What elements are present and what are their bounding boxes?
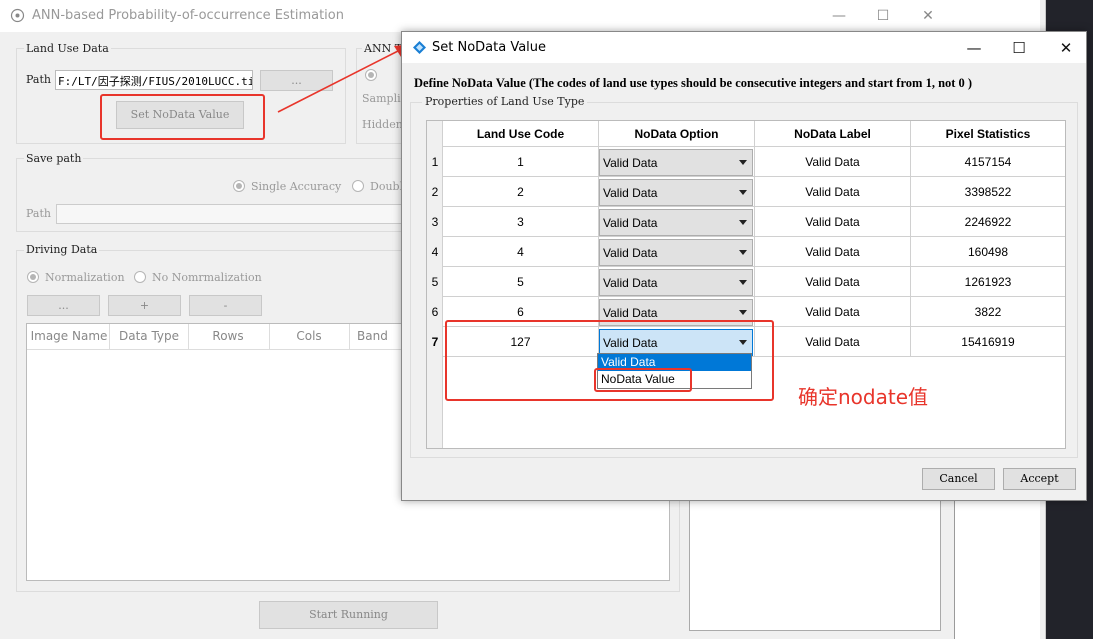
double-accuracy-label: Doubl xyxy=(370,180,404,193)
double-accuracy-radio[interactable] xyxy=(352,180,364,192)
chevron-down-icon xyxy=(739,160,747,165)
land-use-code-cell: 3 xyxy=(443,207,599,237)
nodata-label-cell: Valid Data xyxy=(755,237,911,267)
row-number: 7 xyxy=(431,335,439,349)
land-use-code-cell: 1 xyxy=(443,147,599,177)
no-normalization-label: No Nomrmalization xyxy=(152,271,262,284)
set-nodata-dialog: Set NoData Value — ☐ ✕ Define NoData Val… xyxy=(401,31,1087,501)
nodata-label-cell: Valid Data xyxy=(755,297,911,327)
land-use-code-cell: 2 xyxy=(443,177,599,207)
header-nodata-option: NoData Option xyxy=(599,121,755,147)
nodata-option-select[interactable]: Valid Data xyxy=(599,239,753,266)
save-path-group-label: Save path xyxy=(24,152,84,165)
start-running-button[interactable]: Start Running xyxy=(259,601,438,629)
row-number: 5 xyxy=(431,275,439,289)
land-use-path-input[interactable]: F:/LT/因子探测/FIUS/2010LUCC.tif xyxy=(55,70,253,90)
app-icon xyxy=(10,8,25,23)
close-button[interactable]: ✕ xyxy=(915,6,941,26)
select-value: Valid Data xyxy=(603,186,658,200)
chevron-down-icon xyxy=(739,250,747,255)
table-row: 3 3 Valid Data Valid Data 2246922 xyxy=(427,207,1065,237)
chevron-down-icon xyxy=(739,220,747,225)
main-titlebar: ANN-based Probability-of-occurrence Esti… xyxy=(0,0,955,32)
maximize-button[interactable]: ☐ xyxy=(870,6,896,26)
accept-button[interactable]: Accept xyxy=(1003,468,1076,490)
nodata-option-select[interactable]: Valid Data xyxy=(599,209,753,236)
table-row: 2 2 Valid Data Valid Data 3398522 xyxy=(427,177,1065,207)
nodata-option-select[interactable]: Valid Data xyxy=(599,269,753,296)
pixel-statistics-cell: 15416919 xyxy=(911,327,1065,357)
row-number: 6 xyxy=(431,305,439,319)
select-value: Valid Data xyxy=(603,306,658,320)
nodata-label-cell: Valid Data xyxy=(755,207,911,237)
dialog-close-button[interactable]: ✕ xyxy=(1051,38,1081,58)
select-value: Valid Data xyxy=(603,216,658,230)
no-normalization-radio[interactable] xyxy=(134,271,146,283)
col-data-type: Data Type xyxy=(118,329,180,343)
nodata-label-cell: Valid Data xyxy=(755,147,911,177)
define-nodata-text: Define NoData Value (The codes of land u… xyxy=(414,76,973,90)
header-nodata-label: NoData Label xyxy=(755,121,911,147)
pixel-statistics-cell: 4157154 xyxy=(911,147,1065,177)
window-title: ANN-based Probability-of-occurrence Esti… xyxy=(32,8,344,23)
table-row: 5 5 Valid Data Valid Data 1261923 xyxy=(427,267,1065,297)
land-use-group-label: Land Use Data xyxy=(24,42,111,55)
pixel-statistics-cell: 160498 xyxy=(911,237,1065,267)
select-value: Valid Data xyxy=(603,246,658,260)
remove-driving-button[interactable]: - xyxy=(189,295,262,316)
driving-data-group-label: Driving Data xyxy=(24,243,100,256)
path-label: Path xyxy=(26,73,51,86)
pixel-statistics-cell: 3822 xyxy=(911,297,1065,327)
single-accuracy-radio[interactable] xyxy=(233,180,245,192)
save-path-input[interactable] xyxy=(56,204,408,224)
col-cols: Cols xyxy=(296,329,322,343)
highlight-nodata-option xyxy=(594,368,692,392)
land-use-code-cell: 4 xyxy=(443,237,599,267)
row-number: 4 xyxy=(431,245,439,259)
log-panel xyxy=(689,500,941,631)
driving-browse-button[interactable]: ... xyxy=(27,295,100,316)
land-use-code-cell: 5 xyxy=(443,267,599,297)
dialog-title: Set NoData Value xyxy=(432,40,547,55)
select-value: Valid Data xyxy=(603,276,658,290)
col-rows: Rows xyxy=(212,329,244,343)
properties-group-label: Properties of Land Use Type xyxy=(422,95,588,108)
row-number: 3 xyxy=(431,215,439,229)
chevron-down-icon xyxy=(739,190,747,195)
pixel-statistics-cell: 2246922 xyxy=(911,207,1065,237)
minimize-button[interactable]: — xyxy=(826,6,852,26)
add-driving-button[interactable]: + xyxy=(108,295,181,316)
dialog-titlebar: Set NoData Value — ☐ ✕ xyxy=(402,32,1086,63)
dialog-app-icon xyxy=(413,41,426,54)
nodata-label-cell: Valid Data xyxy=(755,327,911,357)
save-path-label: Path xyxy=(26,207,51,220)
normalization-label: Normalization xyxy=(45,271,125,284)
highlight-set-nodata xyxy=(100,94,265,140)
table-row: 4 4 Valid Data Valid Data 160498 xyxy=(427,237,1065,267)
chevron-down-icon xyxy=(739,280,747,285)
dialog-minimize-button[interactable]: — xyxy=(959,38,989,58)
chevron-down-icon xyxy=(739,310,747,315)
nodata-label-cell: Valid Data xyxy=(755,177,911,207)
cancel-button[interactable]: Cancel xyxy=(922,468,995,490)
nodata-option-select[interactable]: Valid Data xyxy=(599,179,753,206)
col-image-name: Image Name xyxy=(30,329,108,343)
select-value: Valid Data xyxy=(603,156,658,170)
table-row: 1 1 Valid Data Valid Data 4157154 xyxy=(427,147,1065,177)
single-accuracy-label: Single Accuracy xyxy=(251,180,342,193)
normalization-radio[interactable] xyxy=(27,271,39,283)
annotation-text: 确定nodate值 xyxy=(798,385,929,409)
nodata-label-cell: Valid Data xyxy=(755,267,911,297)
row-number: 2 xyxy=(431,185,439,199)
header-pixel-statistics: Pixel Statistics xyxy=(911,121,1065,147)
dialog-maximize-button[interactable]: ☐ xyxy=(1004,38,1034,58)
header-land-use-code: Land Use Code xyxy=(443,121,599,147)
nodata-option-select[interactable]: Valid Data xyxy=(599,149,753,176)
pixel-statistics-cell: 1261923 xyxy=(911,267,1065,297)
pixel-statistics-cell: 3398522 xyxy=(911,177,1065,207)
row-number: 1 xyxy=(431,155,439,169)
